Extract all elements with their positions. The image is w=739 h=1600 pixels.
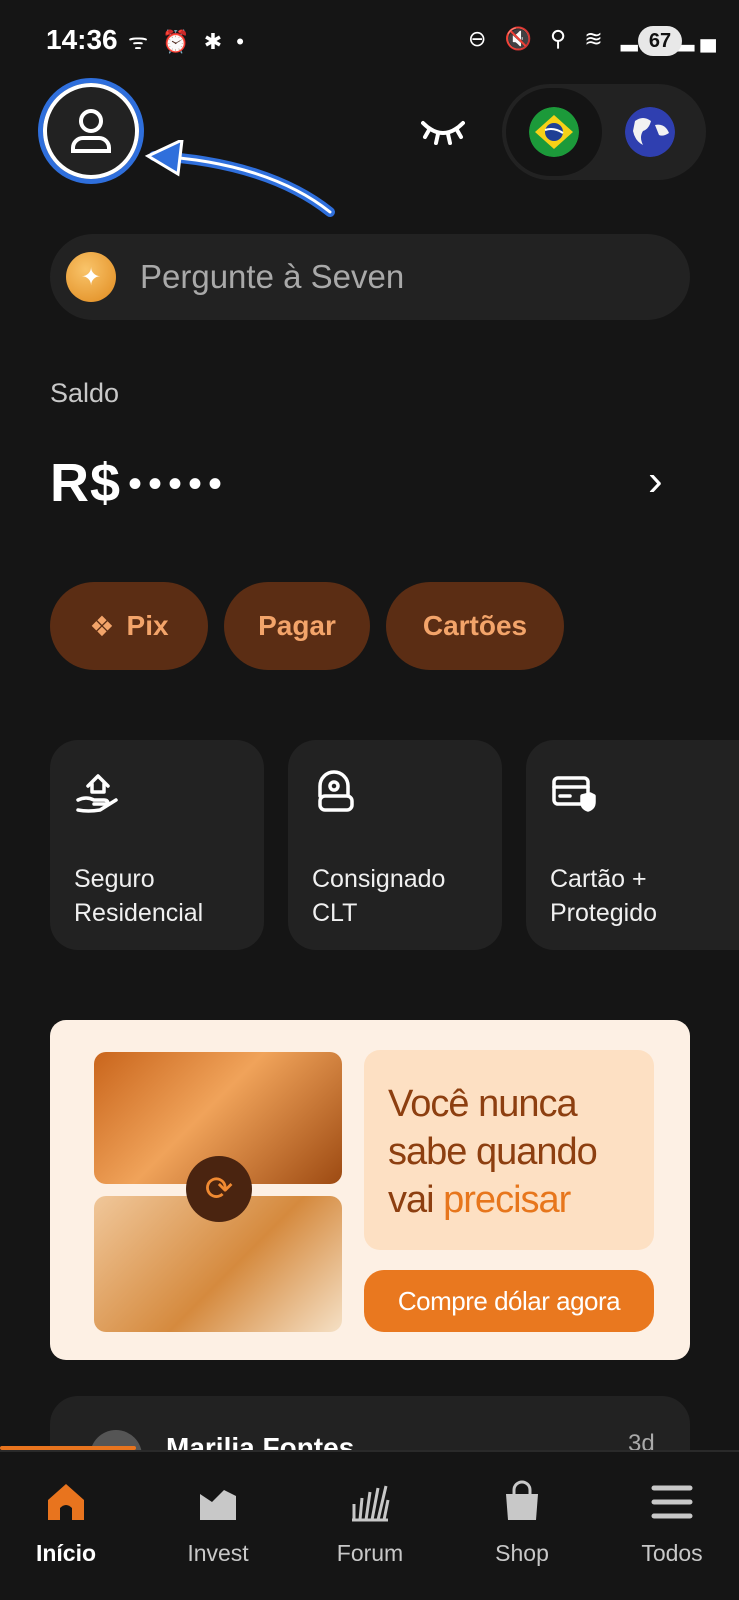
ask-seven-placeholder: Pergunte à Seven — [140, 258, 405, 295]
profile-button[interactable] — [38, 78, 144, 184]
status-bar: 14:36 ᯤ ⏰ ✱ • ⊖ 🔇 ⚲ ≋ ▂▄ ▂▄ 67 — [0, 0, 739, 80]
feed-post-preview[interactable]: Marilia Fontes 3d — [50, 1396, 690, 1456]
promo-banner[interactable]: ⟳ Você nunca sabe quando vai precisar Co… — [50, 1020, 690, 1360]
chart-icon — [200, 1490, 236, 1520]
nav-item-invest[interactable]: Invest — [158, 1480, 278, 1567]
card-label: Cartão + Protegido — [550, 865, 658, 927]
nav-label: Forum — [336, 1540, 404, 1566]
region-brazil-option[interactable] — [506, 88, 602, 176]
nav-label: Invest — [187, 1540, 249, 1566]
banner-headline-line: sabe quando — [388, 1131, 598, 1173]
balance-label: Saldo — [50, 378, 120, 408]
loan-icon — [318, 770, 354, 812]
card-shield-icon — [552, 776, 596, 812]
banner-headline-part: vai — [388, 1179, 444, 1221]
nav-item-shop[interactable]: Shop — [462, 1480, 582, 1567]
sparkle-icon: ✦ — [66, 252, 116, 302]
forum-icon — [352, 1485, 390, 1522]
menu-icon — [651, 1485, 693, 1519]
hide-balance-button[interactable] — [418, 112, 468, 152]
pagar-button[interactable]: Pagar — [224, 582, 370, 670]
brazil-flag-icon — [529, 107, 579, 157]
pix-button[interactable]: ❖ Pix — [50, 582, 208, 670]
status-notification-icons: ᯤ ⏰ ✱ • — [128, 29, 248, 54]
status-time: 14:36 — [46, 24, 118, 55]
user-icon — [71, 109, 111, 153]
cartoes-button[interactable]: Cartões — [386, 582, 564, 670]
bottom-nav: Início Invest Forum Shop Todos — [0, 1450, 739, 1600]
nav-item-inicio[interactable]: Início — [6, 1480, 126, 1567]
globe-icon — [625, 107, 675, 157]
card-consignado-clt[interactable]: Consignado CLT — [288, 740, 502, 950]
ask-seven-input[interactable]: ✦ Pergunte à Seven — [50, 234, 690, 320]
region-global-option[interactable] — [602, 88, 698, 176]
battery-indicator: 67 — [638, 26, 682, 56]
nav-item-todos[interactable]: Todos — [612, 1480, 732, 1567]
balance-chevron-icon[interactable]: › — [648, 456, 663, 506]
pix-label: Pix — [126, 610, 169, 641]
banner-headline-line: vai precisar — [388, 1176, 597, 1224]
card-seguro-residencial[interactable]: Seguro Residencial — [50, 740, 264, 950]
nav-item-forum[interactable]: Forum — [310, 1480, 430, 1567]
banner-headline-highlight: precisar — [443, 1179, 571, 1221]
region-toggle[interactable] — [502, 84, 706, 180]
balance-masked-value: ••••• — [128, 462, 229, 506]
nav-label: Todos — [641, 1540, 703, 1566]
nav-label: Shop — [495, 1540, 549, 1566]
home-icon — [48, 1484, 84, 1520]
eye-closed-icon — [421, 121, 465, 145]
card-label: Seguro Residencial — [74, 865, 204, 927]
banner-headline-line: Você nunca — [388, 1083, 578, 1125]
buy-dollar-button[interactable]: Compre dólar agora — [364, 1270, 654, 1332]
cartoes-label: Cartões — [422, 610, 528, 641]
status-system-icons: ⊖ 🔇 ⚲ ≋ ▂▄ ▂▄ — [468, 26, 722, 51]
card-label: Consignado CLT — [312, 865, 446, 927]
annotation-arrow — [144, 140, 335, 217]
home-insurance-icon — [76, 774, 118, 813]
card-cartao-protegido[interactable]: Cartão + Protegido — [526, 740, 739, 950]
swap-icon: ⟳ — [186, 1156, 252, 1222]
banner-headline: Você nunca sabe quando vai precisar — [388, 1080, 598, 1224]
bag-icon — [506, 1480, 538, 1520]
pagar-label: Pagar — [258, 610, 336, 641]
balance-currency: R$ — [50, 453, 122, 513]
pix-icon: ❖ — [89, 610, 115, 642]
nav-label: Início — [35, 1540, 97, 1566]
banner-headline-panel: Você nunca sabe quando vai precisar — [364, 1050, 654, 1250]
